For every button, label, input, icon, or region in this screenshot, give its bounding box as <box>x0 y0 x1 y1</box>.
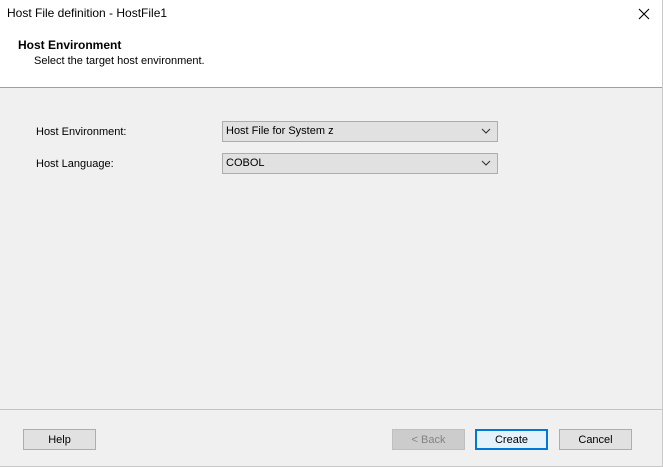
title-bar: Host File definition - HostFile1 <box>0 0 662 28</box>
help-button[interactable]: Help <box>23 429 96 450</box>
close-icon <box>638 8 650 20</box>
dialog-window: Host File definition - HostFile1 Host En… <box>0 0 663 467</box>
host-environment-value: Host File for System z <box>226 125 334 137</box>
host-language-value: COBOL <box>226 157 265 169</box>
close-button[interactable] <box>626 0 662 28</box>
window-title: Host File definition - HostFile1 <box>7 6 168 20</box>
dialog-footer: Help < Back Create Cancel <box>0 410 662 466</box>
content-area: Host Environment: Host File for System z… <box>0 89 662 409</box>
chevron-down-icon <box>481 160 491 166</box>
header-title: Host Environment <box>18 38 122 52</box>
host-language-select[interactable]: COBOL <box>222 153 498 174</box>
create-button[interactable]: Create <box>475 429 548 450</box>
host-language-label: Host Language: <box>36 158 114 170</box>
chevron-down-icon <box>481 128 491 134</box>
host-environment-select[interactable]: Host File for System z <box>222 121 498 142</box>
back-button[interactable]: < Back <box>392 429 465 450</box>
wizard-header: Host Environment Select the target host … <box>0 28 662 88</box>
host-environment-label: Host Environment: <box>36 126 127 138</box>
header-subtitle: Select the target host environment. <box>34 55 205 67</box>
cancel-button[interactable]: Cancel <box>559 429 632 450</box>
